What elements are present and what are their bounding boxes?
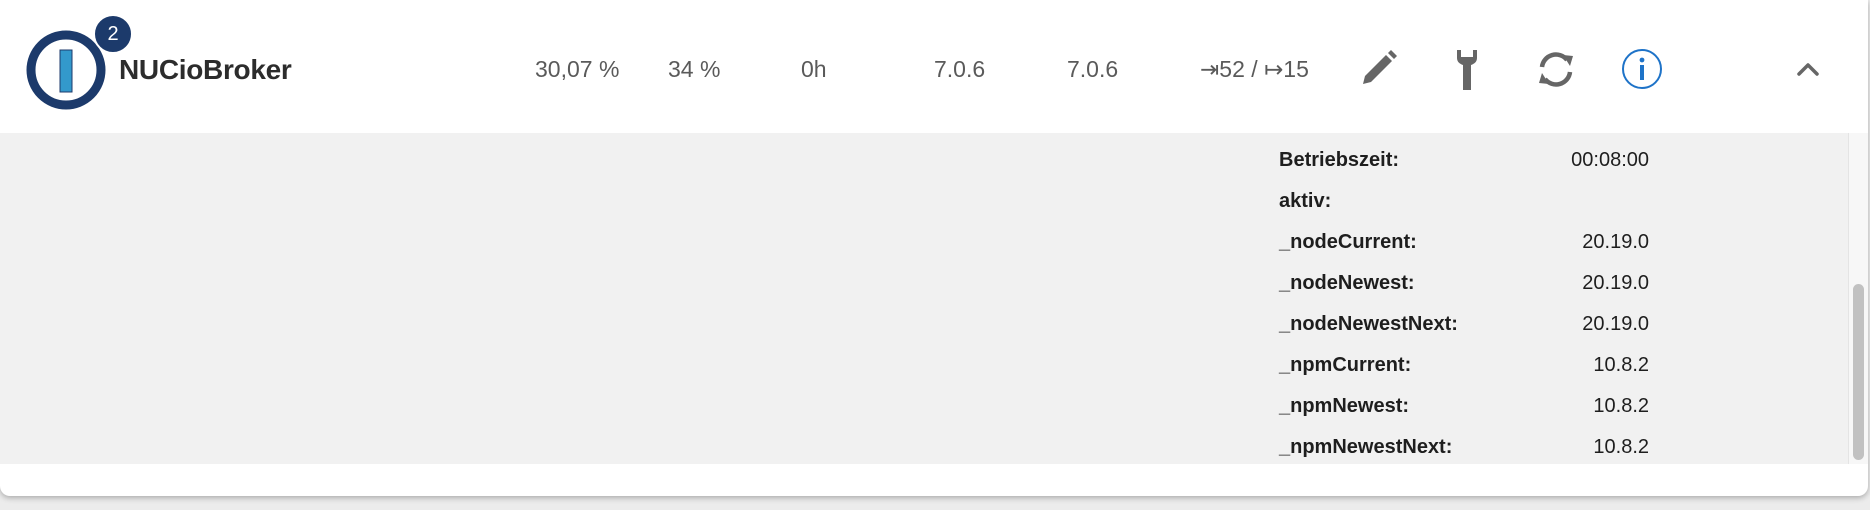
detail-row: _npmNewestNext: 10.8.2 [1279, 436, 1649, 466]
host-card: 2 NUCioBroker 30,07 % 34 % 0h 7.0.6 7.0.… [0, 0, 1868, 496]
pencil-icon[interactable] [1355, 46, 1401, 92]
events-counter: ⇥52 / ↦15 [1200, 56, 1309, 82]
uptime-hours: 0h [801, 56, 827, 82]
detail-value: 10.8.2 [1593, 354, 1649, 376]
detail-value: 20.19.0 [1582, 313, 1649, 335]
cpu-usage: 30,07 % [535, 56, 620, 82]
info-icon[interactable] [1619, 46, 1665, 92]
detail-value: 10.8.2 [1593, 395, 1649, 417]
detail-key: _npmCurrent: [1279, 354, 1412, 376]
detail-value: 10.8.2 [1593, 436, 1649, 458]
detail-key: _npmNewestNext: [1279, 436, 1453, 458]
memory-usage: 34 % [668, 56, 721, 82]
detail-row: _npmCurrent: 10.8.2 [1279, 354, 1649, 384]
detail-key: _nodeNewestNext: [1279, 313, 1458, 335]
detail-value: 20.19.0 [1582, 272, 1649, 294]
chevron-up-icon[interactable] [1785, 46, 1831, 92]
detail-key: _npmNewest: [1279, 395, 1410, 417]
detail-value: 20.19.0 [1582, 231, 1649, 253]
host-card-header: 2 NUCioBroker 30,07 % 34 % 0h 7.0.6 7.0.… [0, 0, 1868, 133]
detail-row: _nodeNewestNext: 20.19.0 [1279, 313, 1649, 343]
detail-row: Betriebszeit: 00:08:00 [1279, 149, 1649, 179]
detail-value: 00:08:00 [1571, 149, 1649, 171]
available-version: 7.0.6 [934, 56, 986, 82]
wrench-icon[interactable] [1444, 46, 1490, 92]
host-name: NUCioBroker [119, 54, 292, 85]
detail-row: aktiv: [1279, 190, 1649, 220]
detail-key: aktiv: [1279, 190, 1332, 212]
detail-row: _npmNewest: 10.8.2 [1279, 395, 1649, 425]
refresh-icon[interactable] [1533, 46, 1579, 92]
host-details-panel: Betriebszeit: 00:08:00 aktiv: _nodeCurrent:… [0, 133, 1848, 464]
notification-badge[interactable]: 2 [93, 14, 133, 54]
installed-version: 7.0.6 [1067, 56, 1119, 82]
detail-key: _nodeCurrent: [1279, 231, 1417, 253]
scrollbar-thumb[interactable] [1853, 284, 1864, 460]
detail-row: _nodeNewest: 20.19.0 [1279, 272, 1649, 302]
detail-row: _nodeCurrent: 20.19.0 [1279, 231, 1649, 261]
detail-key: _nodeNewest: [1279, 272, 1415, 294]
detail-key: Betriebszeit: [1279, 149, 1400, 171]
